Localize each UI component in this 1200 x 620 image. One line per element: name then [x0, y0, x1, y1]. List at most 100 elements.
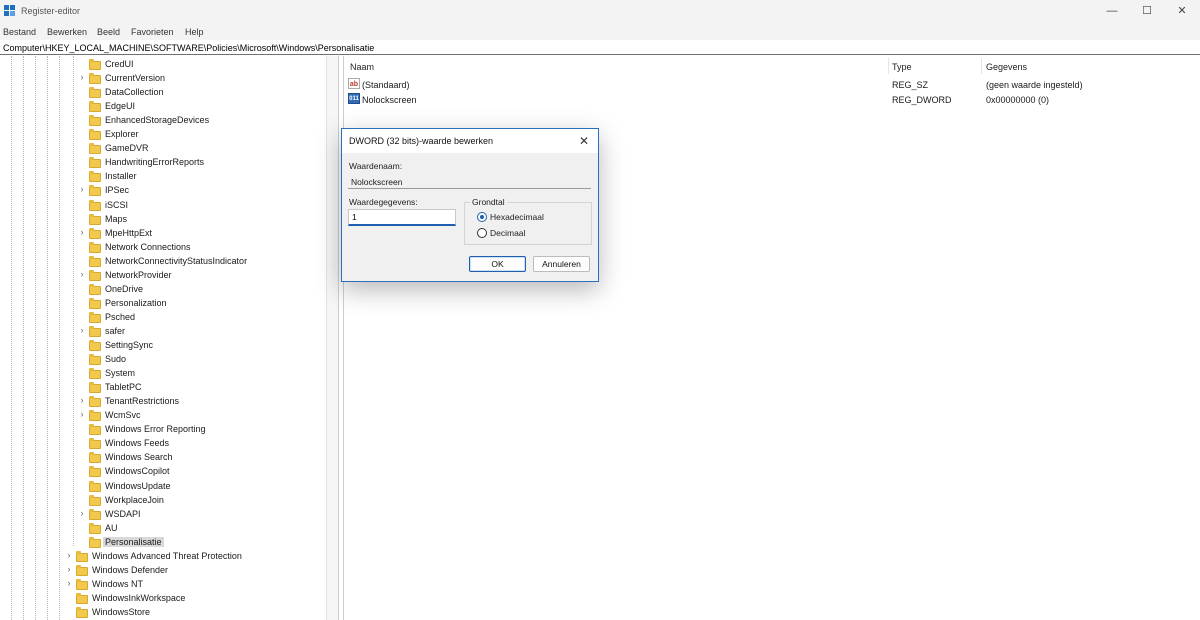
tree-item[interactable]: HandwritingErrorReports [78, 156, 326, 170]
tree-item[interactable]: WorkplaceJoin [78, 494, 326, 508]
hexadecimal-label[interactable]: Hexadecimaal [490, 212, 544, 222]
folder-icon [89, 199, 101, 211]
tree-item-label: Maps [105, 213, 128, 224]
tree-item[interactable]: Personalisatie [78, 536, 326, 550]
tree-item[interactable]: Personalization [78, 297, 326, 311]
folder-icon [89, 452, 101, 464]
tree-item-label: WindowsCopilot [105, 466, 170, 477]
maximize-button[interactable]: ☐ [1132, 2, 1162, 20]
tree-item-label: WSDAPI [105, 508, 141, 519]
tree-item[interactable]: WindowsCopilot [78, 465, 326, 479]
folder-icon [89, 297, 101, 309]
close-icon[interactable]: ✕ [576, 133, 592, 149]
chevron-right-icon[interactable]: › [65, 578, 73, 588]
tree-item[interactable]: GameDVR [78, 142, 326, 156]
tree-item[interactable]: › safer [78, 325, 326, 339]
value-data: (geen waarde ingesteld) [986, 80, 1083, 90]
tree-item-label: safer [105, 325, 126, 336]
tree-item[interactable]: › TenantRestrictions [78, 395, 326, 409]
folder-icon [89, 368, 101, 380]
tree-item[interactable]: TabletPC [78, 381, 326, 395]
value-data: 0x00000000 (0) [986, 95, 1050, 105]
tree-item[interactable]: SettingSync [78, 339, 326, 353]
tree-item[interactable]: EnhancedStorageDevices [78, 114, 326, 128]
column-header-data[interactable]: Gegevens [986, 62, 1027, 72]
value-data-input[interactable] [348, 209, 456, 226]
folder-icon [89, 508, 101, 520]
decimal-radio[interactable] [477, 228, 487, 238]
tree-item[interactable]: CredUI [78, 58, 326, 72]
tree-item[interactable]: Psched [78, 311, 326, 325]
chevron-right-icon[interactable]: › [65, 564, 73, 574]
folder-icon [89, 396, 101, 408]
tree-item[interactable]: › IPSec [78, 184, 326, 198]
tree-item[interactable]: Explorer [78, 128, 326, 142]
tree-item[interactable]: DataCollection [78, 86, 326, 100]
tree-item[interactable]: EdgeUI [78, 100, 326, 114]
dialog-title: DWORD (32 bits)-waarde bewerken [349, 136, 494, 146]
column-header-name[interactable]: Naam [350, 62, 374, 72]
chevron-right-icon[interactable]: › [78, 508, 86, 518]
chevron-right-icon[interactable]: › [78, 395, 86, 405]
address-path[interactable]: Computer\HKEY_LOCAL_MACHINE\SOFTWARE\Pol… [3, 43, 374, 53]
tree-item-label: Personalization [105, 297, 167, 308]
tree-item[interactable]: › WcmSvc [78, 409, 326, 423]
cancel-button[interactable]: Annuleren [533, 256, 590, 272]
minimize-button[interactable]: — [1097, 2, 1127, 20]
address-bar[interactable]: Computer\HKEY_LOCAL_MACHINE\SOFTWARE\Pol… [0, 40, 1200, 55]
value-type: REG_DWORD [892, 95, 952, 105]
menu-favorieten[interactable]: Favorieten [131, 27, 174, 37]
close-window-button[interactable]: ✕ [1167, 2, 1197, 20]
tree-item[interactable]: WindowsInkWorkspace [65, 592, 326, 606]
chevron-right-icon[interactable]: › [65, 550, 73, 560]
tree-item[interactable]: › NetworkProvider [78, 269, 326, 283]
chevron-right-icon[interactable]: › [78, 269, 86, 279]
chevron-right-icon[interactable]: › [78, 325, 86, 335]
tree-item[interactable]: Network Connections [78, 241, 326, 255]
tree-item[interactable]: › MpeHttpExt [78, 227, 326, 241]
tree-item[interactable]: › Windows NT [65, 578, 326, 592]
tree-scrollbar[interactable] [326, 56, 338, 620]
folder-icon [89, 115, 101, 127]
tree-item[interactable]: › Windows Advanced Threat Protection [65, 550, 326, 564]
chevron-right-icon[interactable]: › [78, 72, 86, 82]
tree-item[interactable]: iSCSI [78, 199, 326, 213]
tree-item[interactable]: System [78, 367, 326, 381]
chevron-right-icon[interactable]: › [78, 184, 86, 194]
menu-beeld[interactable]: Beeld [97, 27, 120, 37]
tree-item[interactable]: Sudo [78, 353, 326, 367]
tree-item[interactable]: Installer [78, 170, 326, 184]
base-label: Grondtal [470, 197, 507, 207]
menu-help[interactable]: Help [185, 27, 204, 37]
column-header-type[interactable]: Type [892, 62, 912, 72]
chevron-right-icon[interactable]: › [78, 409, 86, 419]
tree-item[interactable]: Maps [78, 213, 326, 227]
tree-item[interactable]: › Windows Defender [65, 564, 326, 578]
menu-bewerken[interactable]: Bewerken [47, 27, 87, 37]
value-name: (Standaard) [362, 80, 410, 90]
menu-bestand[interactable]: Bestand [3, 27, 36, 37]
tree-item-label: Windows NT [92, 578, 144, 589]
ok-button[interactable]: OK [469, 256, 526, 272]
tree-item-label: Windows Search [105, 452, 173, 463]
folder-icon [89, 438, 101, 450]
chevron-right-icon[interactable]: › [78, 227, 86, 237]
tree-item[interactable]: › CurrentVersion [78, 72, 326, 86]
hexadecimal-radio[interactable] [477, 212, 487, 222]
decimal-label[interactable]: Decimaal [490, 228, 525, 238]
tree-item-label: DataCollection [105, 87, 164, 98]
tree-item[interactable]: › WSDAPI [78, 508, 326, 522]
tree-item-label: iSCSI [105, 199, 129, 210]
dialog-title-bar[interactable]: DWORD (32 bits)-waarde bewerken ✕ [342, 129, 598, 153]
folder-icon [89, 241, 101, 253]
tree-item[interactable]: NetworkConnectivityStatusIndicator [78, 255, 326, 269]
tree-item[interactable]: Windows Feeds [78, 437, 326, 451]
tree-item[interactable]: AU [78, 522, 326, 536]
folder-icon [89, 283, 101, 295]
tree-item[interactable]: Windows Error Reporting [78, 423, 326, 437]
tree-item[interactable]: WindowsUpdate [78, 480, 326, 494]
tree-item[interactable]: WindowsStore [65, 606, 326, 620]
tree-item[interactable]: Windows Search [78, 451, 326, 465]
tree-item-label: SettingSync [105, 340, 154, 350]
tree-item[interactable]: OneDrive [78, 283, 326, 297]
